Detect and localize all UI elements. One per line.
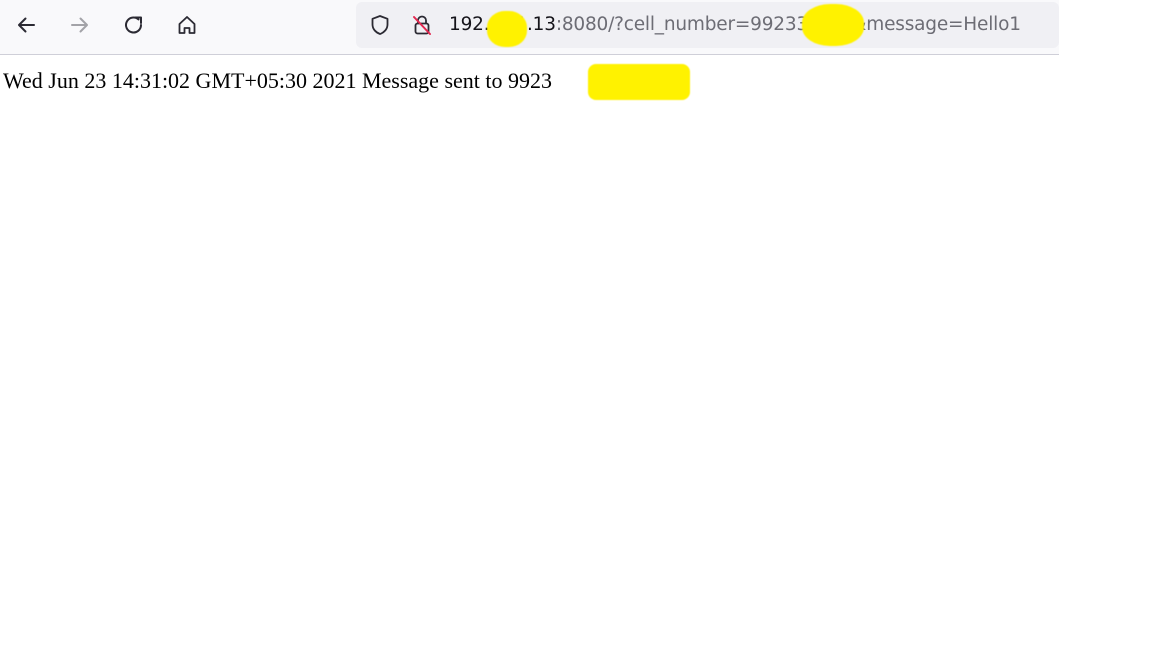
- url-host-part: 192.: [449, 14, 490, 35]
- home-button[interactable]: [171, 9, 203, 41]
- url-path-part: :8080/?cell_number=99233: [555, 14, 809, 35]
- url-path-part: &message=Hello1: [852, 14, 1021, 35]
- home-icon: [178, 16, 196, 34]
- browser-toolbar: 192. 1.13:8080/?cell_number=99233 &message…: [0, 0, 1059, 55]
- redaction-mark: [588, 64, 690, 100]
- url-bar[interactable]: 192. 1.13:8080/?cell_number=99233 &message…: [356, 2, 1059, 48]
- redaction-mark: [802, 4, 864, 46]
- shield-icon[interactable]: [368, 13, 392, 37]
- message-status-text: Wed Jun 23 14:31:02 GMT+05:30 2021 Messa…: [3, 68, 552, 93]
- arrow-left-icon: [18, 17, 35, 33]
- arrow-right-icon: [71, 17, 88, 33]
- forward-button[interactable]: [64, 9, 96, 41]
- reload-button[interactable]: [118, 9, 150, 41]
- redaction-mark: [487, 11, 527, 47]
- reload-icon: [125, 16, 142, 34]
- url-text[interactable]: 192. 1.13:8080/?cell_number=99233 &message…: [449, 13, 1021, 37]
- lock-slash-icon[interactable]: [410, 13, 434, 37]
- back-button[interactable]: [10, 9, 42, 41]
